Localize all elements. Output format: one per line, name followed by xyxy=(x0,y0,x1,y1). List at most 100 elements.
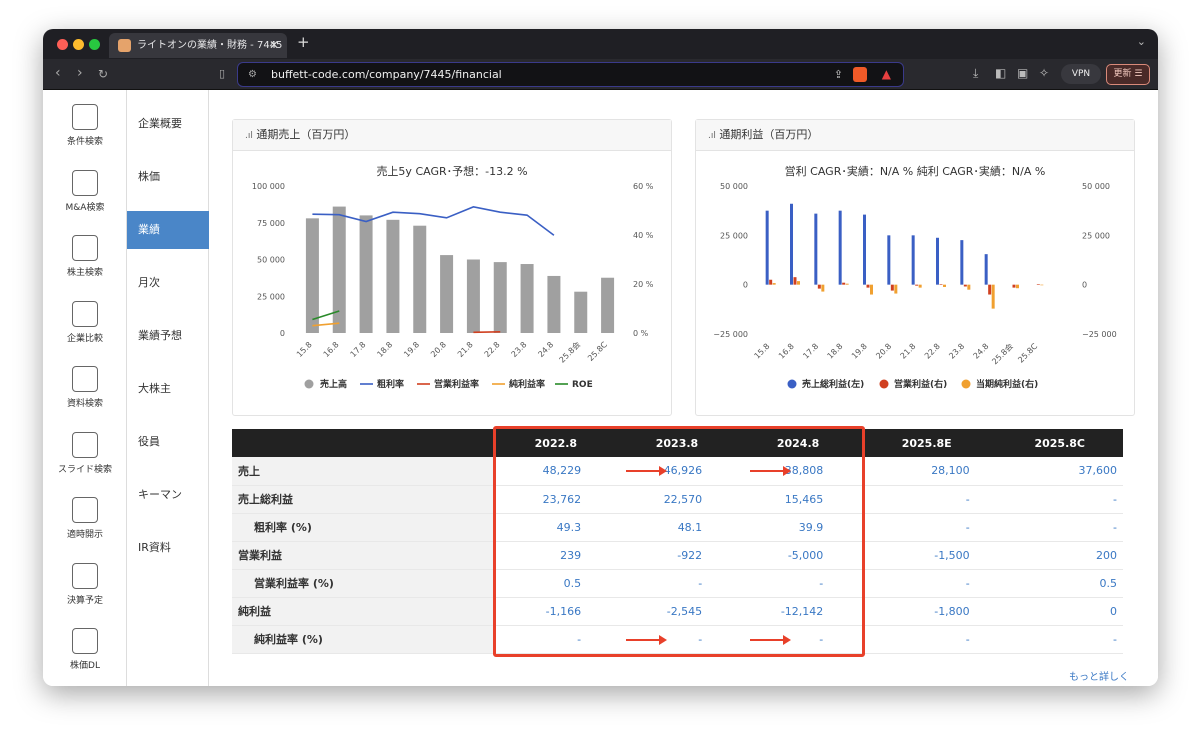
revenue-chart-card: .ıl 通期売上（百万円） 売上5y CAGR･予想：-13.2 % 100 0… xyxy=(232,119,672,416)
table-row: 営業利益 239 -922 -5,000 -1,500 200 xyxy=(232,541,1123,570)
site-settings-icon[interactable]: ⚙ xyxy=(248,63,257,86)
y-tick-label: −25 000 xyxy=(713,330,748,339)
sidebar-item[interactable]: 株主検索 xyxy=(43,235,127,278)
bar xyxy=(440,255,454,333)
x-tick-label: 22.8 xyxy=(923,342,942,361)
table-cell: 0.5 xyxy=(989,569,1123,598)
bar xyxy=(769,279,773,285)
bar xyxy=(765,210,769,285)
sidebar-item-label: スライド検索 xyxy=(57,464,112,475)
table-cell: 200 xyxy=(989,541,1123,570)
sidebar-item[interactable]: 株価DL xyxy=(43,628,127,671)
update-button[interactable]: 更新 ☰ xyxy=(1106,64,1150,85)
bar-signal-icon: .ıl xyxy=(245,131,253,141)
bar xyxy=(943,284,946,287)
new-tab-icon[interactable]: + xyxy=(297,33,310,51)
table-cell: -922 xyxy=(615,541,737,570)
x-tick-label: 25.8会 xyxy=(557,339,582,364)
x-tick-label: 16.8 xyxy=(322,340,341,359)
close-window-button[interactable] xyxy=(57,39,68,50)
more-details-link[interactable]: もっと詳しく xyxy=(1069,668,1129,683)
close-tab-icon[interactable]: ✕ xyxy=(269,33,279,58)
wallet-icon[interactable]: ▣ xyxy=(1017,66,1028,80)
tab-list-chevron-icon[interactable]: ⌄ xyxy=(1137,35,1146,48)
sidebar-item-label: 適時開示 xyxy=(66,530,103,540)
bar xyxy=(1036,284,1040,285)
sidebar-item[interactable]: 資料検索 xyxy=(43,366,127,409)
sidebar-item[interactable]: 条件検索 xyxy=(43,104,127,147)
submenu-item[interactable]: 役員 xyxy=(127,423,209,461)
downloads-icon[interactable]: ⤓ xyxy=(973,66,978,81)
x-tick-label: 20.8 xyxy=(429,340,448,359)
share-icon[interactable]: ⇪ xyxy=(834,63,843,86)
bar xyxy=(793,277,797,285)
legend-label: 売上総利益(左) xyxy=(802,378,864,390)
favicon-icon xyxy=(118,39,131,52)
submenu-item[interactable]: 大株主 xyxy=(127,370,209,408)
submenu-item[interactable]: 業績予想 xyxy=(127,317,209,355)
x-tick-label: 25.8C xyxy=(586,340,609,363)
download-icon xyxy=(72,628,98,654)
table-cell: - xyxy=(989,625,1123,654)
x-tick-label: 18.8 xyxy=(375,340,394,359)
bar xyxy=(911,235,915,285)
tab-title: ライトオンの業績・財務 - 7445 xyxy=(137,40,283,51)
brave-rewards-icon[interactable]: ▲ xyxy=(882,63,891,86)
sidebar-item[interactable]: M&A検索 xyxy=(43,169,127,213)
forward-icon[interactable]: › xyxy=(77,65,83,81)
y2-tick-label: 50 000 xyxy=(1082,182,1110,191)
x-tick-label: 15.8 xyxy=(753,342,772,361)
y-tick-label: 0 xyxy=(280,329,285,338)
update-label: 更新 xyxy=(1113,69,1132,79)
bar xyxy=(772,283,776,285)
url-field[interactable]: ⚙ buffett-code.com/company/7445/financia… xyxy=(237,62,904,87)
reload-icon[interactable]: ↻ xyxy=(98,67,108,81)
submenu-item[interactable]: 企業概要 xyxy=(127,105,209,143)
revenue-chart-header-text: 通期売上（百万円） xyxy=(256,128,356,141)
table-cell: 22,570 xyxy=(615,485,737,514)
y2-tick-label: 0 xyxy=(1082,281,1087,290)
submenu-item[interactable]: 株価 xyxy=(127,158,209,196)
profit-chart: 50 000 25 000 0 −25 000 50 000 25 000 0 −25 000… xyxy=(713,182,1116,390)
y-tick-label: 50 000 xyxy=(257,256,285,265)
column-header: 2023.8 xyxy=(615,429,737,457)
sidebar-item[interactable]: 企業比較 xyxy=(43,300,127,344)
submenu-item[interactable]: 月次 xyxy=(127,264,209,302)
sidebar-toggle-icon[interactable]: ◧ xyxy=(995,66,1006,80)
submenu-item[interactable]: キーマン xyxy=(127,476,209,514)
bar xyxy=(939,284,943,285)
row-label: 売上総利益 xyxy=(232,485,494,514)
brave-shield-icon[interactable] xyxy=(853,67,867,82)
table-cell: - xyxy=(989,485,1123,514)
bookmark-icon[interactable]: ▯ xyxy=(219,67,225,80)
financial-table: 2022.8 2023.8 2024.8 2025.8E 2025.8C 売上 48,22… xyxy=(232,429,1123,654)
minimize-window-button[interactable] xyxy=(73,39,84,50)
sidebar-item[interactable]: 決算予定 xyxy=(43,562,127,606)
submenu-item[interactable]: IR資料 xyxy=(127,529,209,567)
arrow-annotation xyxy=(750,466,791,476)
table-row: 純利益率 (%) - - - - - xyxy=(232,625,1123,654)
x-tick-label: 17.8 xyxy=(349,340,368,359)
submenu-item[interactable]: 業績 xyxy=(127,211,209,249)
table-cell: -1,800 xyxy=(857,597,990,626)
vpn-button[interactable]: VPN xyxy=(1061,64,1101,84)
leo-ai-icon[interactable]: ✧ xyxy=(1039,66,1049,80)
table-row: 売上 48,229 46,926 38,808 28,100 37,600 xyxy=(232,457,1123,486)
table-cell: 15,465 xyxy=(736,485,858,514)
bar xyxy=(305,218,319,333)
y2-tick-label: 60 % xyxy=(633,182,654,191)
bar xyxy=(386,219,400,333)
x-tick-label: 21.8 xyxy=(899,342,918,361)
x-tick-label: 21.8 xyxy=(456,340,475,359)
bar xyxy=(601,277,615,333)
maximize-window-button[interactable] xyxy=(89,39,100,50)
sidebar-item[interactable]: スライド検索 xyxy=(43,431,127,475)
stack-icon xyxy=(72,497,98,523)
bar-signal-icon: .ıl xyxy=(708,131,716,141)
bar xyxy=(838,210,842,285)
back-icon[interactable]: ‹ xyxy=(55,65,61,81)
y2-tick-label: 25 000 xyxy=(1082,231,1110,240)
sidebar-item[interactable]: 適時開示 xyxy=(43,497,127,540)
browser-tab[interactable]: ライトオンの業績・財務 - 7445 ✕ xyxy=(109,33,287,58)
x-tick-label: 16.8 xyxy=(777,342,796,361)
